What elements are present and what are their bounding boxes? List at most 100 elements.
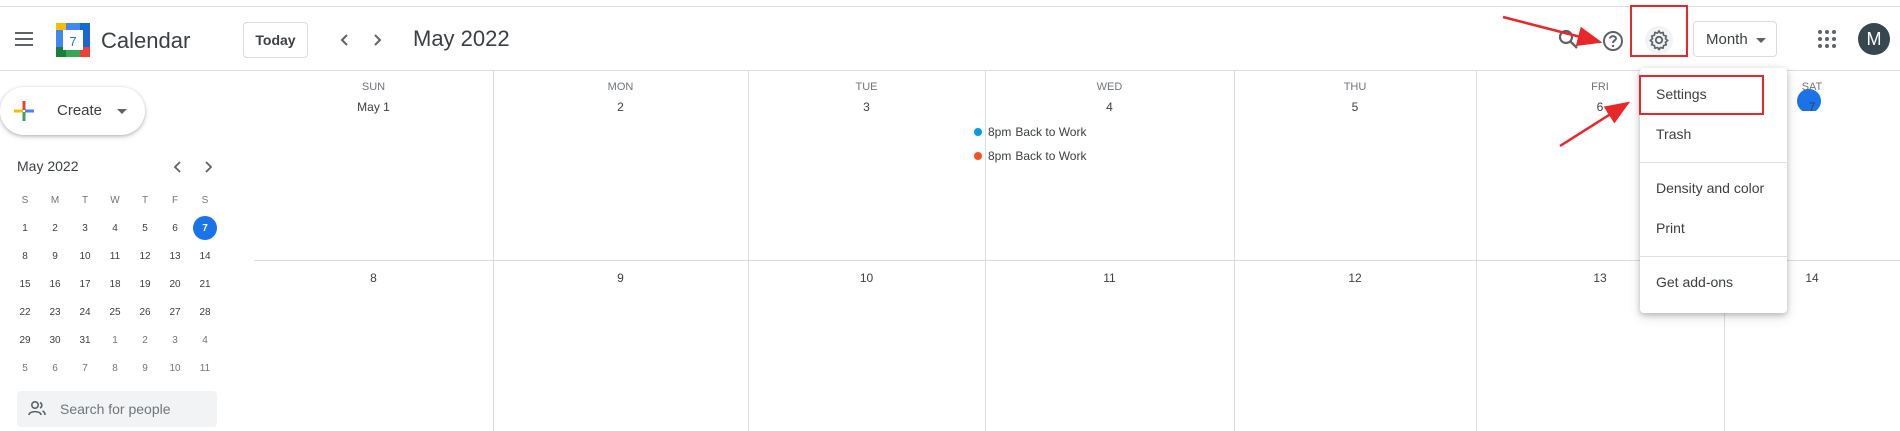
event-chip[interactable]: 8pm Back to Work: [972, 147, 1086, 165]
view-select[interactable]: Month: [1693, 21, 1777, 57]
prev-month-button[interactable]: [331, 26, 359, 54]
mini-day[interactable]: 6: [160, 214, 190, 242]
event-chip[interactable]: 8pm Back to Work: [972, 123, 1086, 141]
mini-day[interactable]: 12: [130, 242, 160, 270]
mini-day[interactable]: 10: [70, 242, 100, 270]
mini-day[interactable]: 25: [100, 298, 130, 326]
day-number[interactable]: May 1: [254, 100, 493, 114]
caret-down-icon: [1756, 38, 1766, 43]
chevron-left-icon: [340, 34, 348, 46]
settings-highlight-box: [1639, 75, 1764, 115]
mini-day[interactable]: 1: [100, 326, 130, 354]
chevron-left-icon: [173, 161, 181, 173]
mini-day[interactable]: 17: [70, 270, 100, 298]
app-title: Calendar: [101, 28, 191, 53]
mini-day[interactable]: 5: [130, 214, 160, 242]
mini-day[interactable]: 18: [100, 270, 130, 298]
mini-day[interactable]: 21: [190, 270, 220, 298]
mini-day[interactable]: 30: [40, 326, 70, 354]
day-column-divider: [1476, 71, 1477, 431]
mini-day[interactable]: 9: [40, 242, 70, 270]
mini-day[interactable]: 20: [160, 270, 190, 298]
weekday-header: WED: [1096, 81, 1123, 93]
mini-day[interactable]: 3: [70, 214, 100, 242]
mini-day[interactable]: 2: [40, 214, 70, 242]
mini-day[interactable]: 13: [160, 242, 190, 270]
mini-dow-label: T: [141, 194, 149, 206]
day-number[interactable]: 9: [493, 271, 748, 285]
mini-prev-button[interactable]: [167, 156, 189, 178]
menu-item-get-addons[interactable]: Get add-ons: [1640, 266, 1787, 298]
day-number[interactable]: 2: [493, 100, 748, 114]
day-number[interactable]: 8: [254, 271, 493, 285]
hamburger-icon[interactable]: [12, 27, 36, 51]
app-header: 7 Calendar Today May 2022 Month M: [0, 7, 1900, 71]
apps-icon[interactable]: [1815, 27, 1839, 51]
mini-day[interactable]: 6: [40, 354, 70, 382]
mini-next-button[interactable]: [197, 156, 219, 178]
current-month-title: May 2022: [413, 26, 510, 51]
day-number[interactable]: 5: [1234, 100, 1476, 114]
mini-day[interactable]: 29: [10, 326, 40, 354]
mini-day[interactable]: 8: [100, 354, 130, 382]
mini-day[interactable]: 7: [70, 354, 100, 382]
logo-day: 7: [69, 34, 76, 49]
event-title: Back to Work: [1015, 125, 1087, 139]
event-time: 8pm: [988, 149, 1012, 163]
mini-day-selected: 7: [193, 216, 217, 240]
day-number[interactable]: 4: [985, 100, 1234, 114]
menu-item-print[interactable]: Print: [1640, 212, 1787, 244]
mini-day[interactable]: 26: [130, 298, 160, 326]
today-button[interactable]: Today: [243, 22, 308, 58]
mini-day[interactable]: 4: [100, 214, 130, 242]
mini-day[interactable]: 22: [10, 298, 40, 326]
day-number[interactable]: 10: [748, 271, 985, 285]
weekday-header: MON: [607, 81, 634, 93]
mini-day[interactable]: 2: [130, 326, 160, 354]
mini-day[interactable]: 15: [10, 270, 40, 298]
mini-day[interactable]: 11: [100, 242, 130, 270]
account-avatar[interactable]: M: [1858, 23, 1890, 55]
day-column-divider: [748, 71, 749, 431]
people-icon: [28, 400, 46, 416]
mini-day[interactable]: 24: [70, 298, 100, 326]
help-icon[interactable]: [1600, 28, 1626, 54]
chevron-right-icon: [205, 161, 213, 173]
calendar-logo-icon: 7: [56, 23, 90, 57]
mini-day[interactable]: 14: [190, 242, 220, 270]
event-color-dot: [974, 152, 982, 160]
mini-day[interactable]: 10: [160, 354, 190, 382]
people-search-placeholder: Search for people: [60, 401, 171, 417]
mini-day[interactable]: 11: [190, 354, 220, 382]
day-number[interactable]: 11: [985, 271, 1234, 285]
search-icon[interactable]: [1556, 27, 1582, 53]
menu-divider: [1640, 162, 1787, 163]
mini-day[interactable]: 1: [10, 214, 40, 242]
mini-day[interactable]: 23: [40, 298, 70, 326]
next-month-button[interactable]: [363, 26, 391, 54]
people-search-input[interactable]: Search for people: [17, 391, 217, 427]
mini-day[interactable]: 16: [40, 270, 70, 298]
create-button[interactable]: Create: [0, 87, 145, 135]
mini-day[interactable]: 31: [70, 326, 100, 354]
weekday-header: SUN: [361, 81, 386, 93]
mini-day[interactable]: 28: [190, 298, 220, 326]
mini-day[interactable]: 3: [160, 326, 190, 354]
mini-day[interactable]: 8: [10, 242, 40, 270]
mini-day[interactable]: 9: [130, 354, 160, 382]
menu-item-trash[interactable]: Trash: [1640, 118, 1787, 150]
day-number[interactable]: 3: [748, 100, 985, 114]
event-time: 8pm: [988, 125, 1012, 139]
mini-day[interactable]: 4: [190, 326, 220, 354]
mini-dow-label: M: [50, 194, 60, 206]
day-column-divider: [1234, 71, 1235, 431]
mini-day[interactable]: 19: [130, 270, 160, 298]
day-number[interactable]: 12: [1234, 271, 1476, 285]
menu-item-density-color[interactable]: Density and color: [1640, 172, 1787, 204]
mini-calendar-grid: S M T W T F S 1 2 3 4 5 6 7 8 9 10 11 12 13 14 15 16 17 18 19 20 21…: [10, 186, 220, 382]
mini-day[interactable]: 27: [160, 298, 190, 326]
day-column-divider: [985, 71, 986, 431]
mini-day[interactable]: 7: [190, 214, 220, 242]
mini-day[interactable]: 5: [10, 354, 40, 382]
menu-divider: [1640, 256, 1787, 257]
